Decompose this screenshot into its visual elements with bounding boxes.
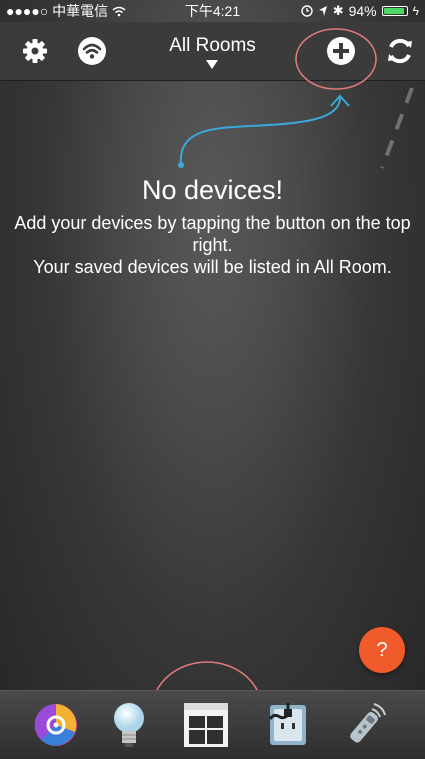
tab-curtain[interactable] — [180, 699, 232, 751]
help-button[interactable]: ? — [359, 627, 405, 673]
chevron-down-icon[interactable] — [206, 60, 218, 69]
empty-state-line-2: Your saved devices will be listed in All… — [33, 257, 392, 277]
status-bar: ●●●●○ 中華電信 下午4:21 ✱ 94% ϟ — [0, 0, 425, 22]
refresh-button[interactable] — [383, 34, 417, 68]
tab-bar — [0, 690, 425, 759]
power-outlet-icon — [268, 703, 306, 745]
status-time: 下午4:21 — [184, 3, 241, 19]
refresh-icon — [388, 38, 412, 64]
empty-state-title: No devices! — [141, 175, 284, 205]
light-bulb-icon — [114, 703, 144, 747]
color-wheel-icon — [34, 703, 77, 746]
curtain-icon — [184, 703, 228, 747]
room-selector[interactable]: All Rooms — [0, 35, 425, 57]
battery-icon — [381, 6, 408, 16]
add-icon — [327, 37, 355, 65]
add-device-button[interactable] — [324, 34, 358, 68]
tab-remote[interactable] — [340, 699, 392, 751]
empty-state-description: Add your devices by tapping the button o… — [0, 212, 425, 278]
tab-outlet[interactable] — [262, 699, 314, 751]
nav-bar: All Rooms — [0, 22, 425, 80]
remote-control-icon — [350, 703, 386, 743]
app-screen: ●●●●○ 中華電信 下午4:21 ✱ 94% ϟ All Rooms No d… — [0, 0, 425, 759]
tab-light[interactable] — [103, 699, 155, 751]
empty-state-line-1: Add your devices by tapping the button o… — [14, 213, 411, 255]
tab-color[interactable] — [30, 699, 82, 751]
